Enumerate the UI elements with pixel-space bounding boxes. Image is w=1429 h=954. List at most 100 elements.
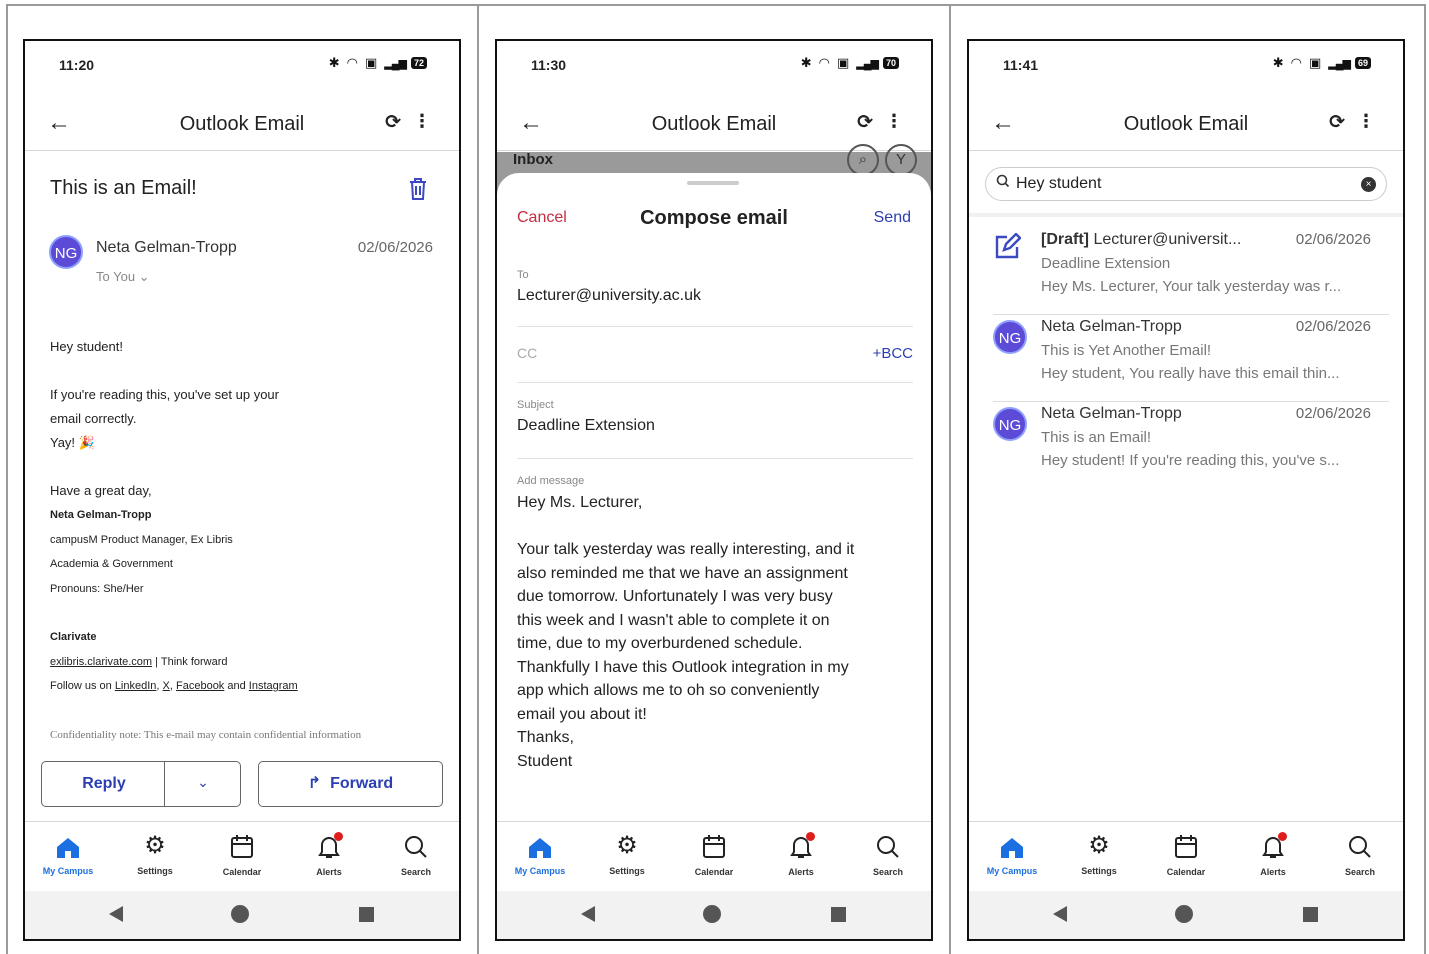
bcc-button[interactable]: +BCC [873, 345, 913, 362]
nav-home-icon[interactable] [703, 905, 721, 923]
search-icon [403, 832, 429, 862]
tab-settings[interactable]: ⚙ Settings [1059, 832, 1139, 876]
follow-and: and [224, 680, 249, 692]
clear-search-icon[interactable]: × [1361, 177, 1376, 192]
to-field[interactable]: To Lecturer@university.ac.uk [517, 269, 913, 327]
list-item[interactable]: NG Neta Gelman-Tropp 02/06/2026 This is … [993, 316, 1389, 402]
nav-recents-icon[interactable] [831, 907, 846, 922]
data-icon: ▣ [1308, 55, 1324, 70]
draft-edit-icon [993, 232, 1022, 266]
email-body: Hey student! If you're reading this, you… [50, 335, 430, 699]
message-field[interactable]: Add message Hey Ms. Lecturer, Your talk … [517, 475, 913, 773]
message-line: Your talk yesterday was really interesti… [517, 541, 855, 558]
send-button[interactable]: Send [874, 209, 911, 227]
instagram-link[interactable]: Instagram [249, 680, 298, 692]
reply-options-chevron-icon[interactable]: ⌄ [164, 774, 242, 791]
sheet-drag-handle[interactable] [687, 181, 739, 185]
list-item[interactable]: NG Neta Gelman-Tropp 02/06/2026 This is … [993, 403, 1389, 489]
nav-home-icon[interactable] [1175, 905, 1193, 923]
body-text: If you're reading this, you've set up yo… [50, 387, 279, 402]
status-bar: 11:30 ✱ ◠ ▣ ▂▄▆ 70 [497, 41, 931, 91]
tab-calendar[interactable]: Calendar [674, 832, 754, 877]
tab-search[interactable]: Search [848, 832, 928, 877]
cc-field[interactable]: CC +BCC [517, 345, 913, 383]
subject-field[interactable]: Subject Deadline Extension [517, 399, 913, 459]
company-site-link[interactable]: exlibris.clarivate.com [50, 656, 152, 668]
subject-value[interactable]: Deadline Extension [517, 417, 913, 435]
status-icons: ✱ ◠ ▣ ▂▄▆ 70 [801, 55, 899, 71]
gear-icon: ⚙ [616, 832, 638, 859]
more-options-icon[interactable]: ⋮ [413, 111, 431, 132]
to-value[interactable]: Lecturer@university.ac.uk [517, 287, 913, 305]
divider [969, 213, 1403, 217]
refresh-icon[interactable]: ⟳ [1329, 111, 1345, 134]
search-icon [875, 832, 901, 862]
battery-icon: 69 [1354, 57, 1371, 69]
app-bar: ← Outlook Email ⟳ ⋮ [969, 99, 1403, 151]
battery-icon: 70 [882, 57, 899, 69]
signal-icon: ▂▄▆ [856, 57, 879, 70]
phone-email-view: 11:20 ✱ ◠ ▣ ▂▄▆ 72 ← Outlook Email ⟳ ⋮ T… [23, 39, 461, 941]
tab-search[interactable]: Search [1320, 832, 1400, 877]
field-label: Add message [517, 475, 585, 487]
bluetooth-icon: ✱ [1272, 55, 1286, 70]
tab-alerts[interactable]: Alerts [1233, 832, 1313, 877]
more-options-icon[interactable]: ⋮ [885, 111, 903, 132]
tab-alerts[interactable]: Alerts [289, 832, 369, 877]
tab-my-campus[interactable]: My Campus [972, 832, 1052, 876]
tab-calendar[interactable]: Calendar [202, 832, 282, 877]
status-icons: ✱ ◠ ▣ ▂▄▆ 69 [1273, 55, 1371, 71]
tab-my-campus[interactable]: My Campus [28, 832, 108, 876]
message-body[interactable]: Hey Ms. Lecturer, Your talk yesterday wa… [517, 491, 913, 773]
home-icon [527, 832, 553, 862]
list-item[interactable]: [Draft] Lecturer@universit... 02/06/2026… [993, 229, 1389, 315]
bell-icon [1261, 832, 1287, 862]
status-bar: 11:41 ✱ ◠ ▣ ▂▄▆ 69 [969, 41, 1403, 91]
message-line: time, due to my overburdened schedule. [517, 635, 803, 652]
x-link[interactable]: X [163, 680, 170, 692]
home-icon [999, 832, 1025, 862]
nav-recents-icon[interactable] [1303, 907, 1318, 922]
nav-recents-icon[interactable] [359, 907, 374, 922]
facebook-link[interactable]: Facebook [176, 680, 224, 692]
reply-button[interactable]: Reply [42, 775, 166, 793]
status-time: 11:30 [531, 57, 567, 73]
nav-home-icon[interactable] [231, 905, 249, 923]
tab-label: Settings [609, 866, 645, 876]
result-date: 02/06/2026 [1295, 405, 1371, 422]
more-options-icon[interactable]: ⋮ [1357, 111, 1375, 132]
chevron-down-icon: ⌄ [138, 269, 150, 284]
filter-icon: Y [885, 144, 917, 176]
search-bar[interactable]: Hey student × [985, 167, 1387, 201]
signature-dept: Academia & Government [50, 558, 173, 570]
nav-back-icon[interactable] [1053, 906, 1067, 922]
search-input[interactable]: Hey student [1016, 175, 1101, 193]
nav-back-icon[interactable] [109, 906, 123, 922]
calendar-icon [702, 832, 726, 862]
tab-calendar[interactable]: Calendar [1146, 832, 1226, 877]
forward-button[interactable]: ↱ Forward [258, 761, 443, 807]
refresh-icon[interactable]: ⟳ [857, 111, 873, 134]
tab-search[interactable]: Search [376, 832, 456, 877]
reply-button-group: Reply ⌄ [41, 761, 241, 807]
tab-my-campus[interactable]: My Campus [500, 832, 580, 876]
delete-icon[interactable] [407, 177, 429, 207]
tab-label: Search [400, 867, 432, 877]
recipient-toggle[interactable]: To You ⌄ [96, 269, 150, 285]
company-tagline: | Think forward [152, 655, 228, 668]
inbox-heading: Inbox [513, 151, 553, 168]
linkedin-link[interactable]: LinkedIn [115, 680, 157, 692]
tab-settings[interactable]: ⚙ Settings [115, 832, 195, 876]
data-icon: ▣ [364, 55, 380, 70]
alert-badge [334, 832, 343, 841]
tab-label: Search [1344, 867, 1376, 877]
result-date: 02/06/2026 [1295, 231, 1371, 248]
tab-settings[interactable]: ⚙ Settings [587, 832, 667, 876]
result-from: Neta Gelman-Tropp [1041, 405, 1182, 422]
draft-tag: [Draft] [1041, 231, 1089, 248]
refresh-icon[interactable]: ⟳ [385, 111, 401, 134]
nav-back-icon[interactable] [581, 906, 595, 922]
message-line: due tomorrow. Unfortunately I was very b… [517, 588, 833, 605]
tab-alerts[interactable]: Alerts [761, 832, 841, 877]
signature-pronouns: Pronouns: She/Her [50, 582, 144, 595]
